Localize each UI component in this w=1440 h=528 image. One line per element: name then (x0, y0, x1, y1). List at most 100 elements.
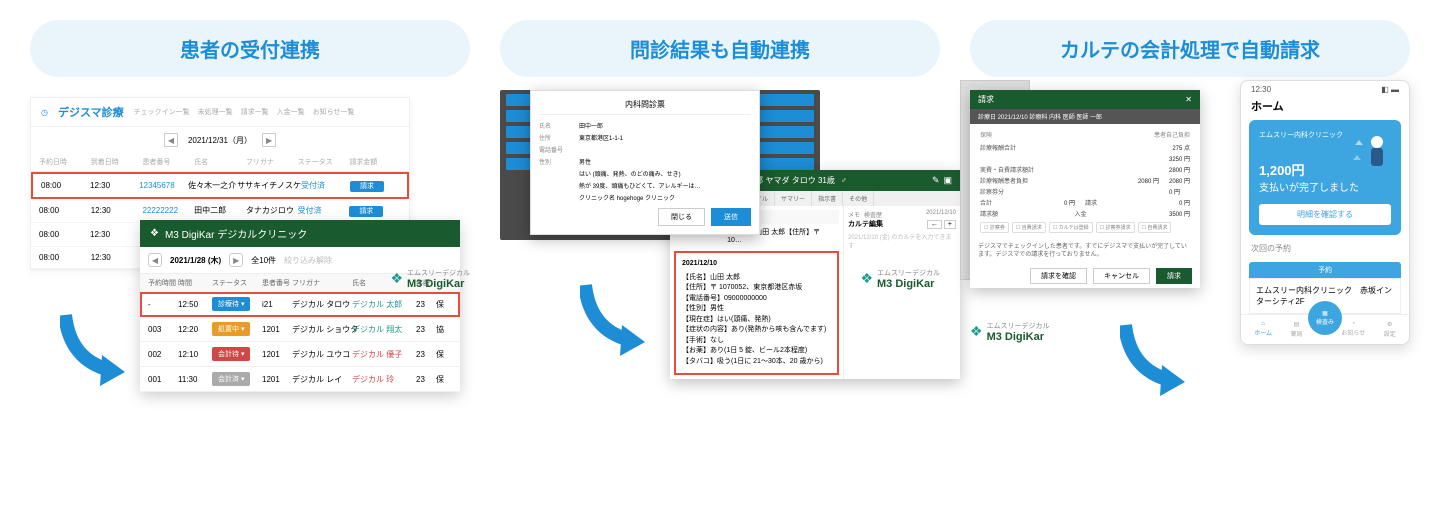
questionnaire-modal: 内科問診票 氏名田中一郎住所東京都港区1-1-1電話番号性別男性はい (頭痛、発… (530, 90, 760, 235)
arrow-icon (1120, 320, 1190, 400)
leaf-icon: ❖ (390, 270, 403, 287)
th: ステータス (210, 278, 260, 288)
add-icon[interactable]: + (944, 220, 956, 229)
th-name: 氏名 (194, 157, 246, 167)
prev-button[interactable]: ◀ (148, 253, 162, 267)
reception-row[interactable]: 08:0012:3012345678佐々木一之介ササキイチノスケ受付済請求 (31, 172, 409, 199)
edit-icon[interactable]: ✎ (932, 175, 940, 186)
detail-line: 【手術】なし (682, 336, 831, 347)
digikar-row[interactable]: -12:50診療待 ▾i21デジカル タロウデジカル 太郎23保 (140, 292, 460, 317)
invoice-line: 診療報酬患者負担2080 円2080 円 (980, 176, 1190, 185)
phone-page-title: ホーム (1241, 98, 1409, 120)
detail-line: 【タバコ】吸う(1日に 21〜30本、20 歳から) (682, 357, 831, 368)
tab[interactable]: その他 (843, 191, 874, 206)
fab-checkin[interactable]: ▦検査み (1308, 301, 1342, 335)
tab-payment[interactable]: 入金一覧 (277, 107, 305, 117)
detail-button[interactable]: 明細を確認する (1259, 204, 1391, 225)
modal-field: 氏名田中一郎 (539, 121, 751, 130)
folder-icon[interactable]: ▣ (943, 175, 952, 186)
illustration (1345, 130, 1395, 180)
digikar-row[interactable]: 00111:30会計済 ▾1201デジカル レイデジカル 玲23保 (140, 367, 460, 392)
bill-button[interactable]: 請求 (350, 181, 384, 192)
arrow-icon (60, 310, 130, 390)
tab-pending[interactable]: 未処理一覧 (198, 107, 233, 117)
payment-status: 支払いが完了しました (1259, 179, 1391, 194)
brand-sub: エムスリーデジカル (877, 270, 940, 277)
filter-reset[interactable]: 絞り込み解除 (284, 255, 332, 266)
tab[interactable]: 指示書 (812, 191, 843, 206)
tab-notice[interactable]: お知らせ一覧 (313, 107, 355, 117)
reception-tabs: チェックイン一覧 未処理一覧 請求一覧 入金一覧 お知らせ一覧 (134, 107, 355, 117)
nav-notice[interactable]: ◔お知らせ (1341, 321, 1365, 338)
status-tag: 会計済 ▾ (212, 372, 250, 386)
th: 患者番号 (260, 278, 290, 288)
next-button[interactable]: ▶ (229, 253, 243, 267)
chip[interactable]: ☐ カルテは登録 (1049, 222, 1093, 233)
pharmacy-icon: ▤ (1294, 321, 1300, 328)
modal-title: 内科問診票 (539, 99, 751, 115)
brand-logo: ❖ エムスリーデジカルM3 DigiKar (860, 267, 940, 290)
appointment-banner[interactable]: 予約 (1249, 262, 1401, 278)
next-day-button[interactable]: ▶ (262, 133, 276, 147)
close-icon[interactable]: ✕ (1185, 95, 1192, 104)
current-date[interactable]: 2021/12/31（月） (188, 135, 252, 146)
tab[interactable]: サマリー (775, 191, 812, 206)
modal-field: 電話番号 (539, 145, 751, 154)
bell-icon: ◔ (1352, 321, 1356, 327)
preview-button[interactable]: 請求を確認 (1030, 268, 1087, 284)
heading-pill: カルテの会計処理で自動請求 (970, 20, 1410, 77)
chip[interactable]: ☐ 自費請求 (1012, 222, 1046, 233)
confirm-button[interactable]: 請求 (1156, 268, 1192, 284)
undo-icon[interactable]: ← (927, 220, 942, 229)
status-tag: 会計待 ▾ (212, 347, 250, 361)
editor-title: カルテ編集 (848, 219, 883, 229)
detail-line: 【お薬】あり(1日 5 錠、ビール2本程度) (682, 346, 831, 357)
digikar-date[interactable]: 2021/1/28 (木) (170, 255, 221, 266)
chip[interactable]: ☐ 診察券請求 (1096, 222, 1135, 233)
status-tag: 処置中 ▾ (212, 322, 250, 336)
tab-billing[interactable]: 請求一覧 (241, 107, 269, 117)
invoice-line: 診察券分0 円 (980, 187, 1190, 196)
heading-text: 問診結果も自動連携 (630, 40, 810, 62)
questionnaire-result: 2021/12/10 【氏名】山田 太郎【住所】〒 1070052、東京都港区赤… (674, 251, 839, 375)
tab[interactable]: 検査歴 (864, 210, 882, 219)
brand-sub: エムスリーデジカル (987, 323, 1050, 330)
heading-text: 患者の受付連携 (180, 40, 320, 62)
modal-field: 性別男性 (539, 157, 751, 166)
digikar-row[interactable]: 00212:10会計待 ▾1201デジカル ユウコデジカル 優子23保 (140, 342, 460, 367)
brand-main: M3 DigiKar (987, 331, 1044, 343)
leaf-icon: ❖ (970, 323, 983, 340)
th: 時間 (176, 278, 210, 288)
close-button[interactable]: 閉じる (658, 208, 705, 226)
nav-settings[interactable]: ⚙設定 (1384, 321, 1396, 338)
nav-home[interactable]: ⌂ホーム (1254, 321, 1272, 338)
tab-checkin[interactable]: チェックイン一覧 (134, 107, 190, 117)
prev-day-button[interactable]: ◀ (164, 133, 178, 147)
leaf-icon: ❖ (860, 270, 873, 287)
cancel-button[interactable]: キャンセル (1093, 268, 1150, 284)
modal-field: 住所東京都港区1-1-1 (539, 133, 751, 142)
submit-button[interactable]: 送信 (711, 208, 751, 226)
invoice-line: 実費・自費請求額計2800 円 (980, 165, 1190, 174)
invoice-header: 請求 ✕ (970, 90, 1200, 109)
detail-date: 2021/12/10 (682, 259, 831, 270)
tab[interactable]: メモ (848, 210, 860, 219)
col-questionnaire: 問診結果も自動連携 内科問診票 氏名田中一郎住所東京都港区1-1-1 電話番号性別… (500, 20, 940, 270)
col-billing: カルテの会計処理で自動請求 請求 ✕ 診療日 2021/12/10 診療科 内科… (970, 20, 1410, 270)
reception-table-header: 予約日時 到着日時 患者番号 氏名 フリガナ ステータス 請求金額 (31, 153, 409, 172)
chip[interactable]: ☐ 診察券 (980, 222, 1009, 233)
bill-button[interactable]: 請求 (349, 206, 383, 217)
count-label: 全10件 (251, 255, 276, 266)
brand-logo: ❖ エムスリーデジカルM3 DigiKar (970, 320, 1050, 343)
brand-main: M3 DigiKar (407, 278, 464, 290)
invoice-subtitle: 診療日 2021/12/10 診療科 内科 医師 医師 一郎 (970, 109, 1200, 124)
th-amount: 請求金額 (349, 157, 401, 167)
gear-icon: ⚙ (1387, 321, 1392, 328)
invoice-line: 3250 円 (980, 154, 1190, 163)
th: フリガナ (290, 278, 350, 288)
nav-pharmacy[interactable]: ▤薬局 (1290, 321, 1302, 338)
th-arrive: 到着日時 (91, 157, 143, 167)
date-nav: ◀ 2021/12/31（月） ▶ (31, 127, 409, 153)
chip[interactable]: ☐ 自費請求 (1138, 222, 1172, 233)
digikar-row[interactable]: 00312:20処置中 ▾1201デジカル ショウタデジカル 翔太23協 (140, 317, 460, 342)
